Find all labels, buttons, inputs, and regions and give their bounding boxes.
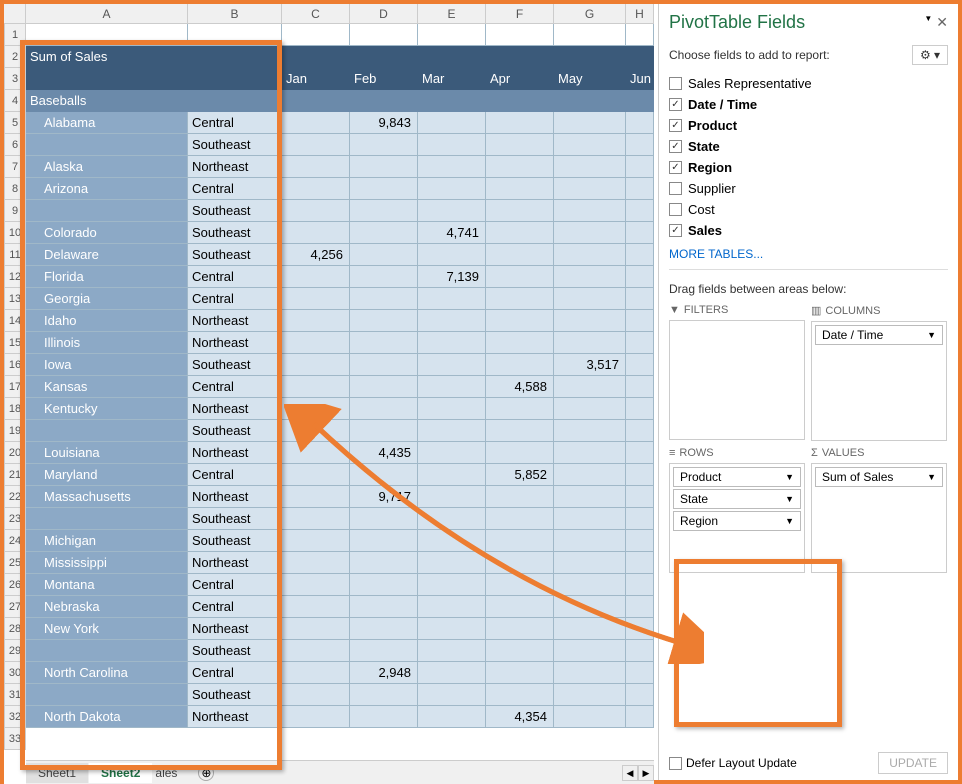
- chevron-down-icon: ▼: [927, 472, 936, 482]
- update-button[interactable]: UPDATE: [878, 752, 948, 774]
- column-headers: A B C D E F G H: [4, 4, 654, 24]
- pill-date-time[interactable]: Date / Time▼: [815, 325, 943, 345]
- filter-icon: ▼: [669, 304, 680, 316]
- col-G[interactable]: G: [554, 4, 626, 23]
- cell-area[interactable]: Sum of SalesJanFebMarAprMayJunBaseballsA…: [26, 24, 654, 728]
- pill-sum-of-sales[interactable]: Sum of Sales▼: [815, 467, 943, 487]
- checkbox-icon: ✓: [669, 140, 682, 153]
- row-2[interactable]: 2: [4, 46, 26, 68]
- row-3[interactable]: 3: [4, 68, 26, 90]
- checkbox-icon: [669, 203, 682, 216]
- row-21[interactable]: 21: [4, 464, 26, 486]
- row-25[interactable]: 25: [4, 552, 26, 574]
- spreadsheet-grid[interactable]: A B C D E F G H 123456789101112131415161…: [4, 4, 654, 784]
- values-area[interactable]: ΣVALUES Sum of Sales▼: [811, 447, 947, 573]
- filters-area[interactable]: ▼FILTERS: [669, 304, 805, 441]
- row-15[interactable]: 15: [4, 332, 26, 354]
- values-icon: Σ: [811, 447, 818, 459]
- drag-hint: Drag fields between areas below:: [669, 282, 948, 296]
- field-product[interactable]: ✓Product: [669, 115, 948, 136]
- row-18[interactable]: 18: [4, 398, 26, 420]
- row-13[interactable]: 13: [4, 288, 26, 310]
- pill-product[interactable]: Product▼: [673, 467, 801, 487]
- row-28[interactable]: 28: [4, 618, 26, 640]
- row-33[interactable]: 33: [4, 728, 26, 750]
- chevron-down-icon: ▼: [927, 330, 936, 340]
- row-20[interactable]: 20: [4, 442, 26, 464]
- row-10[interactable]: 10: [4, 222, 26, 244]
- close-icon[interactable]: ✕: [936, 14, 948, 31]
- pane-title: PivotTable Fields: [669, 12, 805, 33]
- row-17[interactable]: 17: [4, 376, 26, 398]
- row-9[interactable]: 9: [4, 200, 26, 222]
- tab-sheet1[interactable]: Sheet1: [26, 763, 88, 783]
- checkbox-icon: [669, 182, 682, 195]
- pane-subtitle: Choose fields to add to report:: [669, 48, 830, 62]
- more-tables-link[interactable]: MORE TABLES...: [669, 247, 948, 261]
- row-4[interactable]: 4: [4, 90, 26, 112]
- pivottable-fields-pane: PivotTable Fields ▼ ✕ Choose fields to a…: [658, 4, 958, 780]
- field-state[interactable]: ✓State: [669, 136, 948, 157]
- row-6[interactable]: 6: [4, 134, 26, 156]
- row-5[interactable]: 5: [4, 112, 26, 134]
- checkbox-icon: ✓: [669, 98, 682, 111]
- chevron-down-icon: ▼: [785, 516, 794, 526]
- tab-partial[interactable]: ales: [153, 763, 189, 783]
- columns-icon: ▥: [811, 304, 821, 317]
- pill-state[interactable]: State▼: [673, 489, 801, 509]
- field-list: Sales Representative✓Date / Time✓Product…: [669, 73, 948, 270]
- field-sales[interactable]: ✓Sales: [669, 220, 948, 241]
- row-29[interactable]: 29: [4, 640, 26, 662]
- row-32[interactable]: 32: [4, 706, 26, 728]
- pill-region[interactable]: Region▼: [673, 511, 801, 531]
- checkbox-icon: ✓: [669, 224, 682, 237]
- defer-checkbox[interactable]: Defer Layout Update: [669, 756, 797, 770]
- row-26[interactable]: 26: [4, 574, 26, 596]
- pane-menu-icon[interactable]: ▼: [924, 14, 932, 31]
- row-headers: 1234567891011121314151617181920212223242…: [4, 24, 26, 750]
- row-11[interactable]: 11: [4, 244, 26, 266]
- scroll-left-icon[interactable]: ◀: [622, 765, 638, 781]
- add-sheet-button[interactable]: ⊕: [198, 765, 214, 781]
- col-E[interactable]: E: [418, 4, 486, 23]
- scroll-right-icon[interactable]: ▶: [638, 765, 654, 781]
- checkbox-icon: [669, 77, 682, 90]
- col-C[interactable]: C: [282, 4, 350, 23]
- row-8[interactable]: 8: [4, 178, 26, 200]
- tab-sheet2[interactable]: Sheet2: [89, 763, 152, 783]
- gear-icon[interactable]: ⚙ ▾: [912, 45, 948, 65]
- checkbox-icon: ✓: [669, 119, 682, 132]
- row-14[interactable]: 14: [4, 310, 26, 332]
- tab-scroll: ◀ ▶: [622, 765, 654, 781]
- col-A[interactable]: A: [26, 4, 188, 23]
- field-cost[interactable]: Cost: [669, 199, 948, 220]
- checkbox-icon: ✓: [669, 161, 682, 174]
- columns-area[interactable]: ▥COLUMNS Date / Time▼: [811, 304, 947, 441]
- sheet-tabs: Sheet1 Sheet2 ales ⊕ ◀ ▶: [26, 760, 654, 784]
- col-F[interactable]: F: [486, 4, 554, 23]
- field-region[interactable]: ✓Region: [669, 157, 948, 178]
- col-H[interactable]: H: [626, 4, 654, 23]
- row-19[interactable]: 19: [4, 420, 26, 442]
- col-D[interactable]: D: [350, 4, 418, 23]
- chevron-down-icon: ▼: [785, 494, 794, 504]
- row-1[interactable]: 1: [4, 24, 26, 46]
- row-27[interactable]: 27: [4, 596, 26, 618]
- col-B[interactable]: B: [188, 4, 282, 23]
- row-22[interactable]: 22: [4, 486, 26, 508]
- chevron-down-icon: ▼: [785, 472, 794, 482]
- row-16[interactable]: 16: [4, 354, 26, 376]
- field-supplier[interactable]: Supplier: [669, 178, 948, 199]
- rows-area[interactable]: ≡ROWS Product▼State▼Region▼: [669, 447, 805, 573]
- row-23[interactable]: 23: [4, 508, 26, 530]
- row-31[interactable]: 31: [4, 684, 26, 706]
- row-12[interactable]: 12: [4, 266, 26, 288]
- rows-icon: ≡: [669, 447, 675, 459]
- row-24[interactable]: 24: [4, 530, 26, 552]
- row-7[interactable]: 7: [4, 156, 26, 178]
- field-sales-representative[interactable]: Sales Representative: [669, 73, 948, 94]
- row-30[interactable]: 30: [4, 662, 26, 684]
- field-date-time[interactable]: ✓Date / Time: [669, 94, 948, 115]
